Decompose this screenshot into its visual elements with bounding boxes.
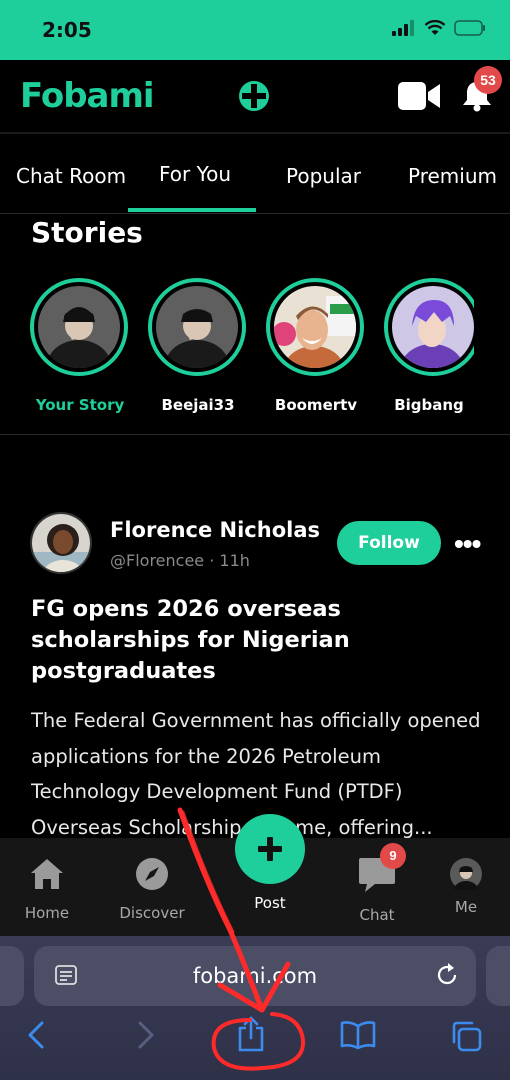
- post-label: Post: [254, 894, 286, 912]
- post-author-name[interactable]: Florence Nicholas: [110, 518, 320, 542]
- nav-label: Me: [454, 898, 478, 916]
- share-icon[interactable]: [236, 1016, 266, 1052]
- avatar: [38, 286, 120, 368]
- feed-tabs: Chat Room For You Popular Premium: [0, 136, 510, 214]
- tab-popular[interactable]: Popular: [286, 164, 361, 188]
- tab-premium[interactable]: Premium: [408, 164, 497, 188]
- avatar: [156, 286, 238, 368]
- follow-button[interactable]: Follow: [337, 521, 441, 565]
- nav-label: Discover: [119, 904, 185, 922]
- status-icons: [392, 20, 486, 36]
- story-bigbang[interactable]: Bigbang: [384, 278, 474, 414]
- video-camera-icon[interactable]: [398, 82, 440, 110]
- bookmarks-icon[interactable]: [340, 1020, 376, 1050]
- next-tab-preview[interactable]: [486, 946, 510, 1006]
- story-beejai33[interactable]: Beejai33: [148, 278, 248, 414]
- app-header: Fobami: [0, 60, 510, 134]
- avatar: [274, 286, 356, 368]
- address-bar[interactable]: fobami.com: [34, 946, 476, 1006]
- profile-avatar-icon: [450, 858, 482, 890]
- back-icon[interactable]: [26, 1020, 46, 1050]
- battery-icon: [454, 20, 485, 36]
- chat-badge: 9: [380, 843, 406, 869]
- nav-me[interactable]: Me: [446, 854, 486, 916]
- url-text: fobami.com: [192, 964, 318, 988]
- post-button[interactable]: [235, 814, 305, 884]
- browser-toolbar: fobami.com: [0, 936, 510, 1080]
- story-label: Your Story: [35, 396, 125, 414]
- signal-icon: [392, 20, 414, 36]
- divider: [0, 434, 510, 435]
- tabs-icon[interactable]: [450, 1020, 482, 1052]
- nav-home[interactable]: Home: [20, 854, 74, 922]
- previous-tab-preview[interactable]: [0, 946, 24, 1006]
- story-your-story[interactable]: Your Story: [30, 278, 130, 414]
- nav-label: Home: [24, 904, 70, 922]
- status-bar: 2:05: [0, 0, 510, 60]
- tab-for-you[interactable]: For You: [159, 162, 231, 186]
- story-label: Bigbang: [394, 396, 464, 414]
- wifi-icon: [424, 20, 446, 35]
- app-logo[interactable]: Fobami: [20, 76, 155, 116]
- status-time: 2:05: [42, 18, 92, 42]
- tab-chat-room[interactable]: Chat Room: [16, 164, 126, 188]
- post-author-handle: @Florencee · 11h: [110, 551, 250, 570]
- home-icon: [31, 859, 63, 889]
- story-label: Boomertv: [274, 396, 358, 414]
- active-tab-indicator: [128, 208, 256, 212]
- story-label: Beejai33: [161, 396, 235, 414]
- reload-icon[interactable]: [434, 962, 460, 988]
- post-author-avatar[interactable]: [30, 512, 92, 574]
- create-plus-icon[interactable]: [238, 80, 270, 112]
- forward-icon[interactable]: [136, 1020, 156, 1050]
- stories-title: Stories: [31, 216, 143, 249]
- plus-icon: [258, 837, 282, 861]
- compass-icon: [136, 858, 168, 890]
- nav-discover[interactable]: Discover: [116, 854, 188, 922]
- notification-badge: 53: [474, 66, 502, 94]
- post-headline[interactable]: FG opens 2026 overseas scholarships for …: [31, 594, 481, 687]
- more-options-icon[interactable]: •••: [454, 528, 481, 560]
- story-boomertv[interactable]: Boomertv: [266, 278, 366, 414]
- avatar: [392, 286, 474, 368]
- nav-label: Chat: [359, 906, 395, 924]
